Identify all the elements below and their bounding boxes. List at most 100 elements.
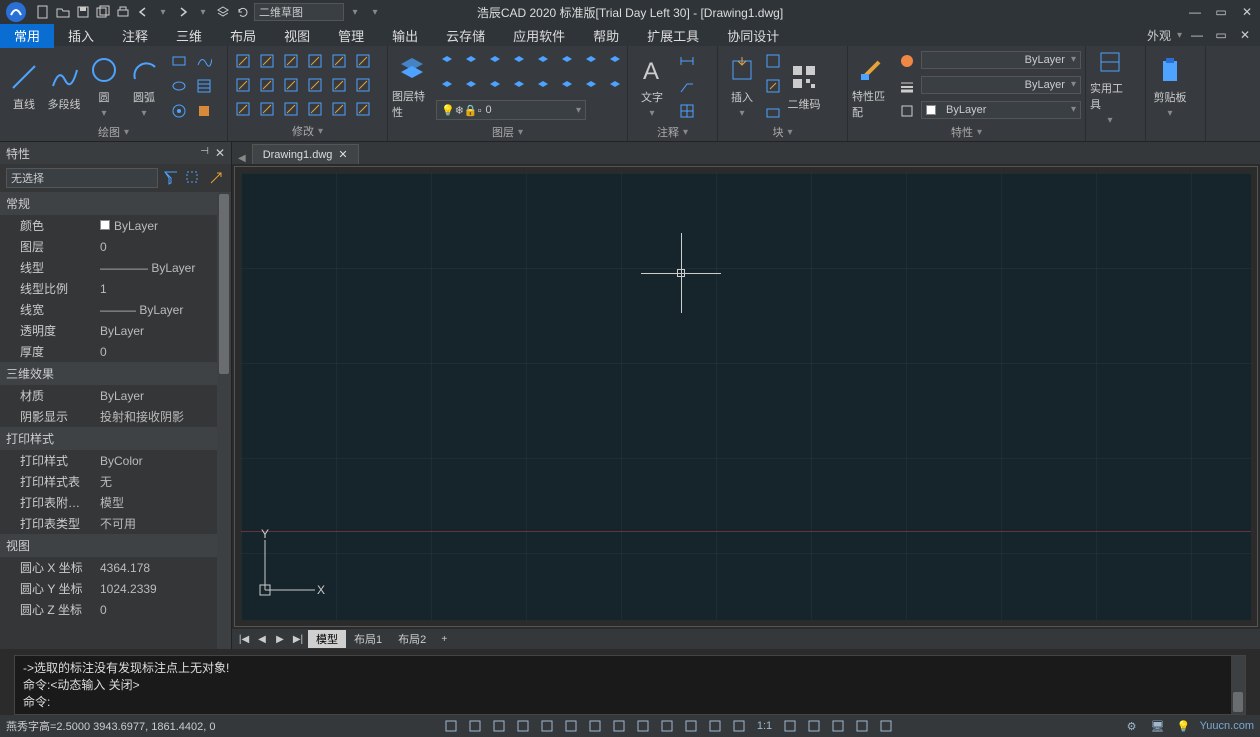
layer-tool-layer-row1-5[interactable] — [556, 50, 578, 72]
status-grid-icon[interactable] — [441, 717, 461, 735]
layer-tool-layer-row2-0[interactable] — [436, 75, 458, 97]
status-model-icon[interactable] — [729, 717, 749, 735]
layout-last-icon[interactable]: ▶| — [290, 631, 306, 647]
layer-tool-layer-row1-3[interactable] — [508, 50, 530, 72]
props-row[interactable]: 颜色ByLayer — [0, 215, 231, 236]
bulb-icon[interactable]: 💡 — [1174, 717, 1194, 735]
layer-tool-layer-row2-4[interactable] — [532, 75, 554, 97]
status-anno-icon[interactable]: 1:1 — [753, 717, 776, 735]
menu-tab-9[interactable]: 应用软件 — [499, 23, 579, 48]
status-ortho-icon[interactable] — [489, 717, 509, 735]
props-row[interactable]: 线型比例1 — [0, 278, 231, 299]
array-icon[interactable] — [328, 74, 350, 96]
menu-tab-1[interactable]: 插入 — [54, 23, 108, 48]
document-tab[interactable]: Drawing1.dwg✕ — [252, 144, 359, 164]
status-a4-icon[interactable] — [852, 717, 872, 735]
layer-tool-layer-row2-3[interactable] — [508, 75, 530, 97]
undo-dropdown-icon[interactable]: ▾ — [154, 3, 172, 21]
rotate-icon[interactable] — [280, 50, 302, 72]
layer-tool-layer-row2-7[interactable] — [604, 75, 626, 97]
tab-close-icon[interactable]: ✕ — [338, 148, 347, 161]
stretch-icon[interactable] — [352, 50, 374, 72]
attr-icon[interactable] — [762, 100, 784, 122]
status-dyn-icon[interactable] — [609, 717, 629, 735]
line-button[interactable]: 直线 — [4, 50, 44, 122]
props-category[interactable]: 打印样式▴ — [0, 427, 231, 450]
layers-icon[interactable] — [214, 3, 232, 21]
rect-icon[interactable] — [168, 50, 190, 72]
pin-icon[interactable]: ⊣ — [200, 146, 209, 160]
layer-tool-layer-row2-6[interactable] — [580, 75, 602, 97]
status-a1-icon[interactable] — [780, 717, 800, 735]
menu-tab-5[interactable]: 视图 — [270, 23, 324, 48]
props-row[interactable]: 打印样式表无 — [0, 471, 231, 492]
erase-icon[interactable] — [232, 98, 254, 120]
print-icon[interactable] — [114, 3, 132, 21]
doc-minimize-button[interactable]: — — [1188, 26, 1206, 44]
workspace-dropdown-icon[interactable]: ▾ — [346, 3, 364, 21]
copy-icon[interactable] — [256, 50, 278, 72]
chamfer-icon[interactable] — [304, 74, 326, 96]
polyline-button[interactable]: 多段线 — [44, 50, 84, 122]
circle-button[interactable]: 圆▾ — [84, 50, 124, 122]
layer-tool-layer-row1-2[interactable] — [484, 50, 506, 72]
insert-button[interactable]: 插入▾ — [722, 50, 762, 122]
layer-tool-layer-row1-1[interactable] — [460, 50, 482, 72]
extend-icon[interactable] — [256, 74, 278, 96]
hatch-icon[interactable] — [193, 75, 215, 97]
redo-icon[interactable] — [174, 3, 192, 21]
close-button[interactable]: ✕ — [1238, 3, 1256, 21]
undo-icon[interactable] — [134, 3, 152, 21]
doc-close-button[interactable]: ✕ — [1236, 26, 1254, 44]
layer-tool-layer-row1-4[interactable] — [532, 50, 554, 72]
status-a5-icon[interactable] — [876, 717, 896, 735]
menu-tab-11[interactable]: 扩展工具 — [633, 23, 713, 48]
menu-tab-12[interactable]: 协同设计 — [713, 23, 793, 48]
leader-icon[interactable] — [676, 75, 698, 97]
select-icon[interactable] — [184, 167, 202, 189]
minimize-button[interactable]: — — [1186, 3, 1204, 21]
props-row[interactable]: 打印样式ByColor — [0, 450, 231, 471]
break-icon[interactable] — [304, 98, 326, 120]
menu-tab-3[interactable]: 三维 — [162, 23, 216, 48]
qrcode-button[interactable]: 二维码 — [784, 50, 824, 122]
layer-tool-layer-row1-6[interactable] — [580, 50, 602, 72]
move-icon[interactable] — [232, 50, 254, 72]
layout-tab-0[interactable]: 模型 — [308, 630, 346, 648]
status-polar-icon[interactable] — [513, 717, 533, 735]
layer-tool-layer-row2-5[interactable] — [556, 75, 578, 97]
cmd-scrollbar[interactable] — [1231, 656, 1245, 714]
monitor-icon[interactable]: 🖥 — [1148, 717, 1168, 735]
status-snap-icon[interactable] — [465, 717, 485, 735]
props-row[interactable]: 圆心 Y 坐标1024.2339 — [0, 578, 231, 599]
status-osnap-icon[interactable] — [537, 717, 557, 735]
selection-combo[interactable] — [6, 168, 158, 188]
props-category[interactable]: 常规▴ — [0, 192, 231, 215]
props-row[interactable]: 材质ByLayer — [0, 385, 231, 406]
status-a3-icon[interactable] — [828, 717, 848, 735]
redo-dropdown-icon[interactable]: ▾ — [194, 3, 212, 21]
props-row[interactable]: 阴影显示投射和接收阴影 — [0, 406, 231, 427]
status-a2-icon[interactable] — [804, 717, 824, 735]
layout-first-icon[interactable]: |◀ — [236, 631, 252, 647]
layer-properties-button[interactable]: 图层特性 — [392, 50, 432, 122]
menu-tab-2[interactable]: 注释 — [108, 23, 162, 48]
join-icon[interactable] — [280, 98, 302, 120]
layout-next-icon[interactable]: ▶ — [272, 631, 288, 647]
props-category[interactable]: 视图▴ — [0, 534, 231, 557]
props-category[interactable]: 三维效果▴ — [0, 362, 231, 385]
mirror-icon[interactable] — [304, 50, 326, 72]
workspace-input[interactable] — [254, 3, 344, 21]
pickadd-icon[interactable] — [207, 167, 225, 189]
color-icon[interactable] — [896, 50, 918, 72]
tab-prev-icon[interactable]: ◀ — [238, 153, 246, 164]
linetype-combo[interactable]: ByLayer▾ — [921, 101, 1081, 119]
offset-icon[interactable] — [352, 74, 374, 96]
menu-tab-6[interactable]: 管理 — [324, 23, 378, 48]
status-tran-icon[interactable] — [657, 717, 677, 735]
lineweight-combo[interactable]: ByLayer▾ — [921, 76, 1081, 94]
linetype-icon[interactable] — [896, 100, 918, 122]
props-row[interactable]: 透明度ByLayer — [0, 320, 231, 341]
props-row[interactable]: 线型———— ByLayer — [0, 257, 231, 278]
status-ducs-icon[interactable] — [585, 717, 605, 735]
